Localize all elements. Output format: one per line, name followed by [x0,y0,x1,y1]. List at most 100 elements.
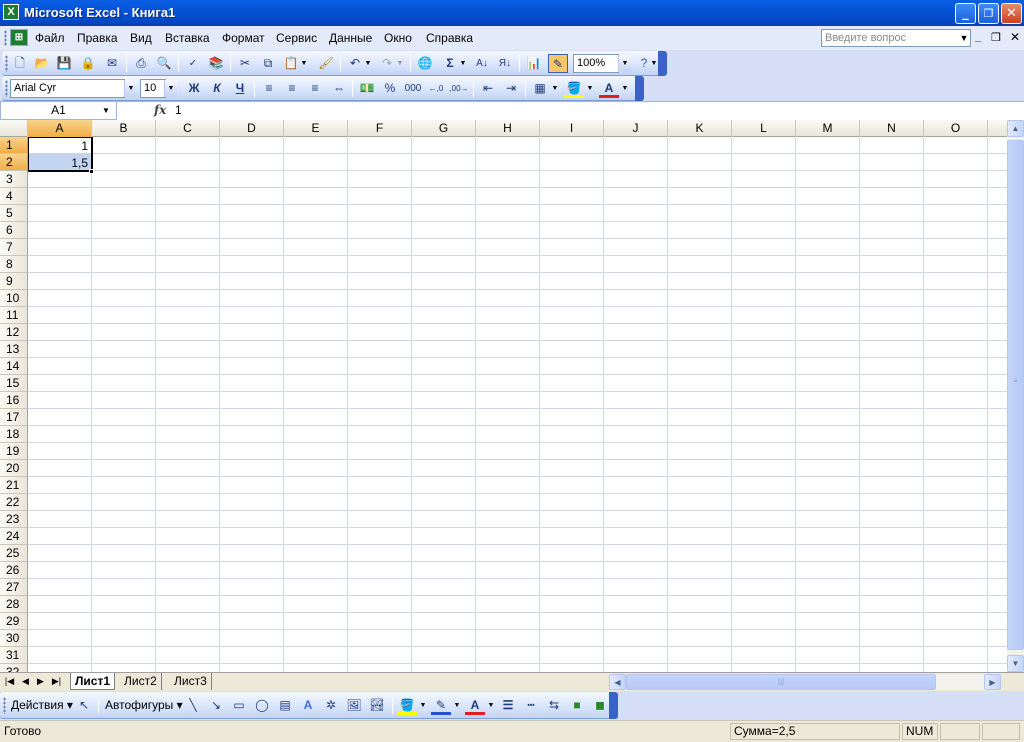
row-header-23[interactable]: 23 [0,511,28,528]
column-header-l[interactable]: L [732,120,796,137]
cut-icon[interactable]: ✂ [235,54,255,73]
undo-icon[interactable]: ↶ [345,54,365,73]
menu-edit[interactable]: Правка [77,31,118,45]
row-header-14[interactable]: 14 [0,358,28,375]
oval-icon[interactable]: ◯ [252,696,272,715]
toolbar-grip[interactable] [3,697,6,714]
scroll-right-icon[interactable]: ▶ [984,674,1001,690]
next-sheet-icon[interactable]: ▶ [35,676,46,687]
last-sheet-icon[interactable]: ▶| [51,676,62,687]
merge-center-icon[interactable]: ⇔ [329,79,349,98]
row-header-13[interactable]: 13 [0,341,28,358]
menu-window[interactable]: Окно [384,31,412,45]
restore-button[interactable]: ❐ [978,3,999,24]
row-header-17[interactable]: 17 [0,409,28,426]
tab-sheet1[interactable]: Лист1 [70,673,116,690]
chevron-down-icon[interactable]: ▼ [958,30,970,46]
column-header-a[interactable]: A [28,120,92,137]
toolbar-grip[interactable] [4,30,7,46]
toolbar-options[interactable] [635,76,644,101]
font-select[interactable]: Arial Cyr [10,79,125,98]
excel-icon[interactable]: X [3,4,19,20]
increase-indent-icon[interactable]: ⇥ [501,79,521,98]
open-icon[interactable]: 📂 [32,54,52,73]
chevron-down-icon[interactable]: ▼ [453,696,461,715]
doc-restore-button[interactable]: ❐ [991,31,1001,44]
column-header-m[interactable]: M [796,120,860,137]
bold-button[interactable]: Ж [184,79,204,98]
menu-format[interactable]: Формат [222,31,265,45]
autoshapes-menu[interactable]: Автофигуры ▾ [105,698,183,712]
horizontal-scrollbar[interactable]: ◀ ||| ▶ [609,674,1001,690]
chevron-down-icon[interactable]: ▼ [124,80,137,97]
row-header-27[interactable]: 27 [0,579,28,596]
menu-help[interactable]: Справка [426,31,473,45]
percent-button[interactable]: % [380,79,400,98]
doc-close-button[interactable]: ✕ [1010,30,1020,44]
menu-data[interactable]: Данные [329,31,372,45]
fill-handle[interactable] [89,169,94,174]
research-icon[interactable]: 📚 [206,54,226,73]
select-all-button[interactable] [0,120,28,137]
align-center-icon[interactable]: ≡ [282,79,302,98]
column-header-o[interactable]: O [924,120,988,137]
row-header-26[interactable]: 26 [0,562,28,579]
chart-wizard-icon[interactable]: 📊 [524,54,544,73]
row-header-25[interactable]: 25 [0,545,28,562]
email-icon[interactable]: ✉ [102,54,122,73]
menu-view[interactable]: Вид [130,31,152,45]
column-header-e[interactable]: E [284,120,348,137]
column-header-n[interactable]: N [860,120,924,137]
underline-button[interactable]: Ч [230,79,250,98]
chevron-down-icon[interactable]: ▼ [487,696,495,715]
drawing-icon[interactable]: ✎ [548,54,568,73]
horizontal-scroll-thumb[interactable]: ||| [626,674,936,690]
column-header-d[interactable]: D [220,120,284,137]
shadow-icon[interactable]: ■ [567,696,587,715]
arrow-icon[interactable]: ↘ [206,696,226,715]
select-objects-icon[interactable]: ↖ [74,696,94,715]
copy-icon[interactable]: ⧉ [258,54,278,73]
column-header-j[interactable]: J [604,120,668,137]
column-header-g[interactable]: G [412,120,476,137]
decrease-indent-icon[interactable]: ⇤ [478,79,498,98]
row-header-15[interactable]: 15 [0,375,28,392]
row-header-28[interactable]: 28 [0,596,28,613]
column-header-h[interactable]: H [476,120,540,137]
sort-descending-icon[interactable]: Я↓ [495,54,515,73]
chevron-down-icon[interactable]: ▼ [96,102,116,119]
scroll-down-icon[interactable]: ▼ [1007,655,1024,672]
tab-sheet3[interactable]: Лист3 [170,673,212,690]
chevron-down-icon[interactable]: ▼ [551,79,559,98]
decrease-decimal-icon[interactable]: ,00→ [449,79,469,98]
row-header-24[interactable]: 24 [0,528,28,545]
toolbar-grip[interactable] [5,55,8,72]
row-header-1[interactable]: 1 [0,137,28,154]
diagram-icon[interactable]: ✲ [321,696,341,715]
thousands-button[interactable]: 000 [403,79,423,98]
menu-tools[interactable]: Сервис [276,31,317,45]
cell-grid[interactable] [28,137,1007,672]
draw-actions-menu[interactable]: Действия ▾ [11,698,73,712]
italic-button[interactable]: К [207,79,227,98]
print-icon[interactable]: ⎙ [131,54,151,73]
row-header-31[interactable]: 31 [0,647,28,664]
chevron-down-icon[interactable]: ▼ [459,54,467,73]
chevron-down-icon[interactable]: ▼ [419,696,427,715]
redo-icon[interactable]: ↷ [377,54,397,73]
row-header-16[interactable]: 16 [0,392,28,409]
line-color-icon[interactable]: ✎ [431,696,451,715]
first-sheet-icon[interactable]: |◀ [4,676,15,687]
arrow-style-icon[interactable]: ⇆ [544,696,564,715]
row-header-32[interactable]: 32 [0,664,28,672]
column-header-k[interactable]: K [668,120,732,137]
picture-icon[interactable]: 🏞 [367,696,387,715]
font-color-icon[interactable]: A [465,696,485,715]
chevron-down-icon[interactable]: ▼ [621,79,629,98]
row-header-4[interactable]: 4 [0,188,28,205]
close-button[interactable]: ✕ [1001,3,1022,24]
line-style-icon[interactable]: ☰ [498,696,518,715]
chevron-down-icon[interactable]: ▼ [586,79,594,98]
3d-icon[interactable]: ◼ [590,696,610,715]
rectangle-icon[interactable]: ▭ [229,696,249,715]
